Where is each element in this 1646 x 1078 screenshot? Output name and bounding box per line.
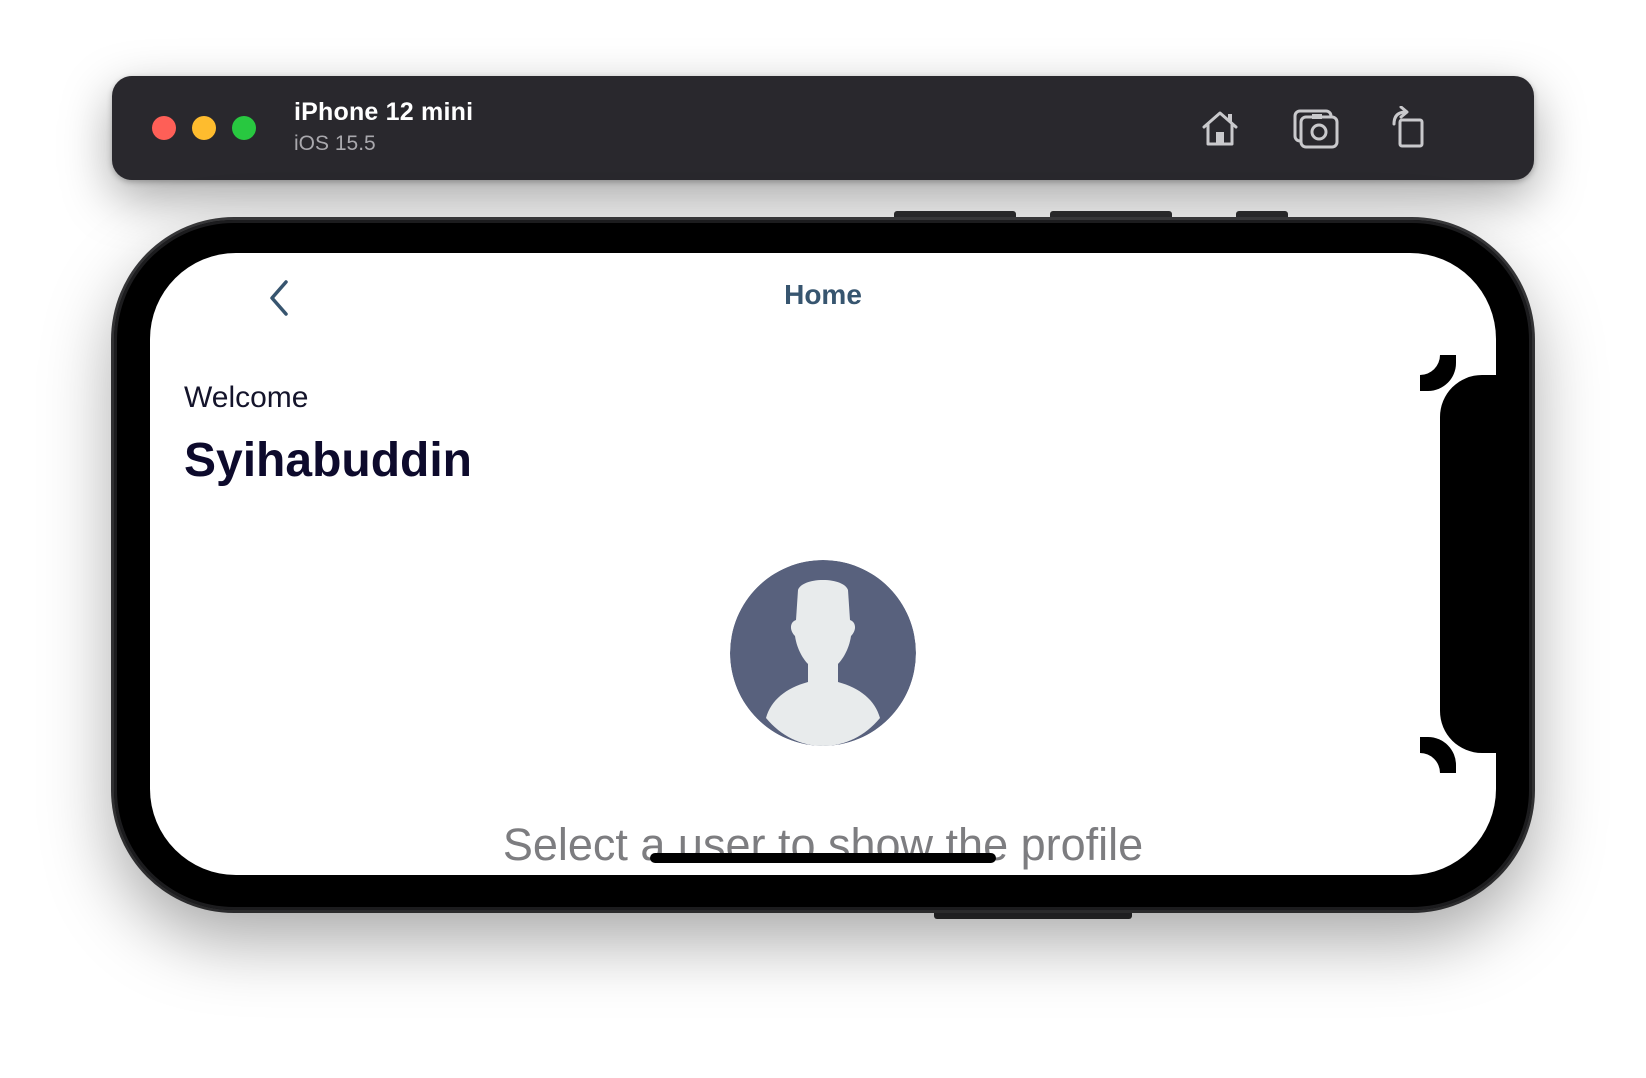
username-heading: Syihabuddin — [184, 434, 472, 487]
screenshot-button[interactable] — [1292, 104, 1340, 152]
nav-title: Home — [784, 279, 862, 310]
volume-up-hardware-button — [894, 211, 1016, 220]
close-window-button[interactable] — [152, 116, 176, 140]
user-silhouette-icon — [730, 560, 916, 746]
volume-down-hardware-button — [1050, 211, 1172, 220]
device-screen: Home Welcome Syihabuddin Select a user t… — [150, 253, 1496, 875]
iphone-device: Home Welcome Syihabuddin Select a user t… — [114, 220, 1532, 910]
avatar — [730, 560, 916, 746]
device-notch — [1440, 375, 1496, 753]
simulator-titlebar: iPhone 12 mini iOS 15.5 — [112, 76, 1534, 180]
rotate-icon — [1386, 106, 1430, 150]
select-user-hint: Select a user to show the profile — [502, 819, 1144, 870]
screenshot-icon — [1292, 106, 1340, 150]
welcome-label: Welcome — [184, 381, 309, 414]
zoom-window-button[interactable] — [232, 116, 256, 140]
device-name: iPhone 12 mini — [294, 98, 474, 126]
home-indicator[interactable] — [650, 853, 996, 863]
home-icon — [1198, 106, 1242, 150]
power-hardware-button — [934, 910, 1132, 919]
home-button[interactable] — [1196, 104, 1244, 152]
rotate-button[interactable] — [1384, 104, 1432, 152]
mute-switch — [1236, 211, 1288, 220]
minimize-window-button[interactable] — [192, 116, 216, 140]
os-version: iOS 15.5 — [294, 132, 376, 155]
simulator-stage: iPhone 12 mini iOS 15.5 Home Welcome Syi… — [0, 0, 1646, 1078]
